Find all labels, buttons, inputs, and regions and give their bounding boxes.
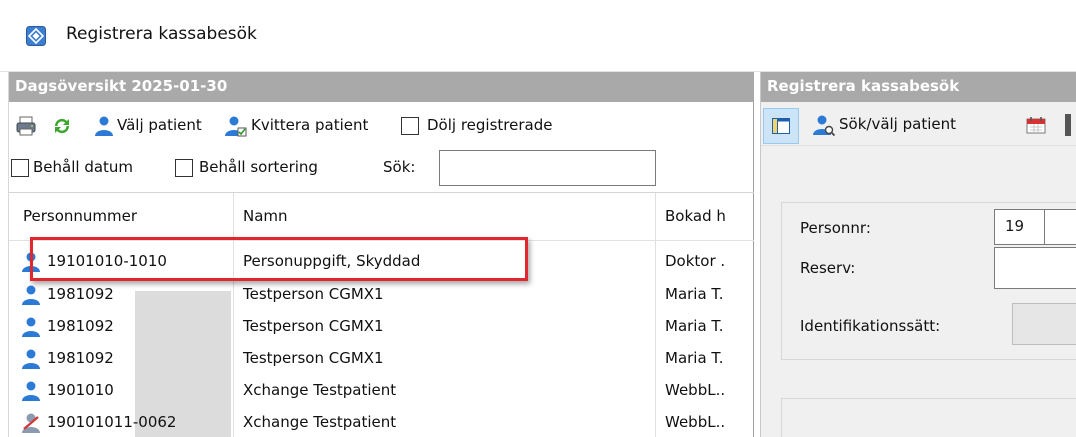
day-overview-pane: Dagsöversikt 2025-01-30 Välj patient Kvi…	[8, 72, 754, 437]
receipt-patient-button[interactable]: Kvittera patient	[251, 116, 368, 134]
cell-bokad: WebbL..	[665, 413, 726, 431]
cell-namn: Xchange Testpatient	[243, 381, 397, 399]
cell-personnummer: 19101010-1010	[47, 252, 167, 270]
personnr-century-field[interactable]: 19	[994, 209, 1046, 245]
calendar-icon[interactable]	[1025, 113, 1047, 135]
column-personnummer[interactable]: Personnummer	[23, 207, 137, 225]
column-namn[interactable]: Namn	[243, 207, 288, 225]
window-titlebar: Registrera kassabesök	[0, 0, 1076, 72]
layout-panel-icon	[772, 118, 790, 134]
keep-date-label: Behåll datum	[33, 158, 134, 176]
table-row[interactable]: 19101010-1010 Personuppgift, Skyddad Dok…	[9, 248, 754, 278]
cell-bokad: WebbL..	[665, 381, 726, 399]
person-icon	[22, 349, 40, 369]
personnr-label: Personnr:	[800, 219, 871, 237]
person-receipt-icon	[225, 116, 247, 137]
cell-bokad: Maria T.	[665, 285, 724, 303]
keep-sort-checkbox[interactable]	[175, 159, 193, 177]
cell-personnummer: 1981092	[47, 349, 114, 367]
secondary-form-group	[781, 398, 1076, 437]
print-icon[interactable]	[15, 115, 37, 137]
table-row[interactable]: 190101011-0062 Xchange Testpatient WebbL…	[9, 409, 754, 437]
person-icon	[22, 285, 40, 305]
select-patient-button[interactable]: Välj patient	[117, 116, 202, 134]
cell-bokad: Doktor .	[665, 252, 726, 270]
day-overview-filters: Behåll datum Behåll sortering Sök:	[9, 148, 754, 188]
cell-namn: Testperson CGMX1	[243, 317, 384, 335]
hide-registered-checkbox[interactable]	[401, 117, 419, 135]
day-overview-header: Dagsöversikt 2025-01-30	[9, 72, 754, 102]
personnr-century-value: 19	[1005, 217, 1025, 235]
cell-personnummer: 1981092	[47, 317, 114, 335]
search-select-patient-button[interactable]: Sök/välj patient	[839, 115, 956, 133]
patient-grid: Personnummer Namn Bokad h 19101010-1010 …	[9, 192, 754, 437]
cell-bokad: Maria T.	[665, 317, 724, 335]
layout-toggle-button[interactable]	[763, 108, 799, 144]
table-row[interactable]: 1981092 Testperson CGMX1 Maria T.	[9, 345, 754, 375]
person-icon	[22, 252, 40, 272]
reserv-label: Reserv:	[800, 259, 856, 277]
person-select-icon	[95, 116, 113, 136]
window-title: Registrera kassabesök	[66, 24, 257, 44]
cell-personnummer: 1981092	[47, 285, 114, 303]
refresh-icon[interactable]	[51, 115, 73, 137]
person-icon	[22, 317, 40, 337]
cell-namn: Testperson CGMX1	[243, 285, 384, 303]
register-visit-toolbar: Sök/välj patient	[761, 104, 1076, 146]
app-diamond-icon	[26, 26, 46, 46]
keep-sort-label: Behåll sortering	[199, 158, 318, 176]
cell-personnummer: 190101011-0062	[47, 413, 177, 431]
keep-date-checkbox[interactable]	[11, 159, 29, 177]
day-overview-toolbar: Välj patient Kvittera patient Dölj regis…	[9, 106, 754, 146]
cell-personnummer: 1901010	[47, 381, 114, 399]
person-search-icon	[813, 115, 835, 136]
person-icon	[22, 381, 40, 401]
table-row[interactable]: 1981092 Testperson CGMX1 Maria T.	[9, 313, 754, 343]
table-row[interactable]: 1901010 Xchange Testpatient WebbL..	[9, 377, 754, 407]
reserv-field[interactable]	[994, 247, 1076, 289]
hide-registered-label: Dölj registrerade	[427, 116, 553, 134]
identification-label: Identifikationssätt:	[800, 317, 941, 335]
cell-namn: Personuppgift, Skyddad	[243, 252, 421, 270]
table-row[interactable]: 1981092 Testperson CGMX1 Maria T.	[9, 281, 754, 311]
toolbar-overflow-edge	[1065, 114, 1071, 136]
register-visit-pane: Registrera kassabesök Sök/välj patient P…	[760, 72, 1076, 437]
register-visit-header: Registrera kassabesök	[761, 72, 1076, 102]
column-bokad[interactable]: Bokad h	[665, 207, 726, 225]
cell-namn: Testperson CGMX1	[243, 349, 384, 367]
search-input[interactable]	[439, 150, 656, 186]
person-checked-icon	[22, 413, 40, 433]
personnr-number-field[interactable]	[1044, 209, 1076, 245]
cell-namn: Xchange Testpatient	[243, 413, 397, 431]
grid-header: Personnummer Namn Bokad h	[9, 193, 754, 241]
identification-select[interactable]	[1012, 303, 1076, 345]
search-label: Sök:	[383, 158, 416, 176]
patient-form-group: Personnr: 19 Reserv: Identifikationssätt…	[781, 202, 1076, 360]
cell-bokad: Maria T.	[665, 349, 724, 367]
